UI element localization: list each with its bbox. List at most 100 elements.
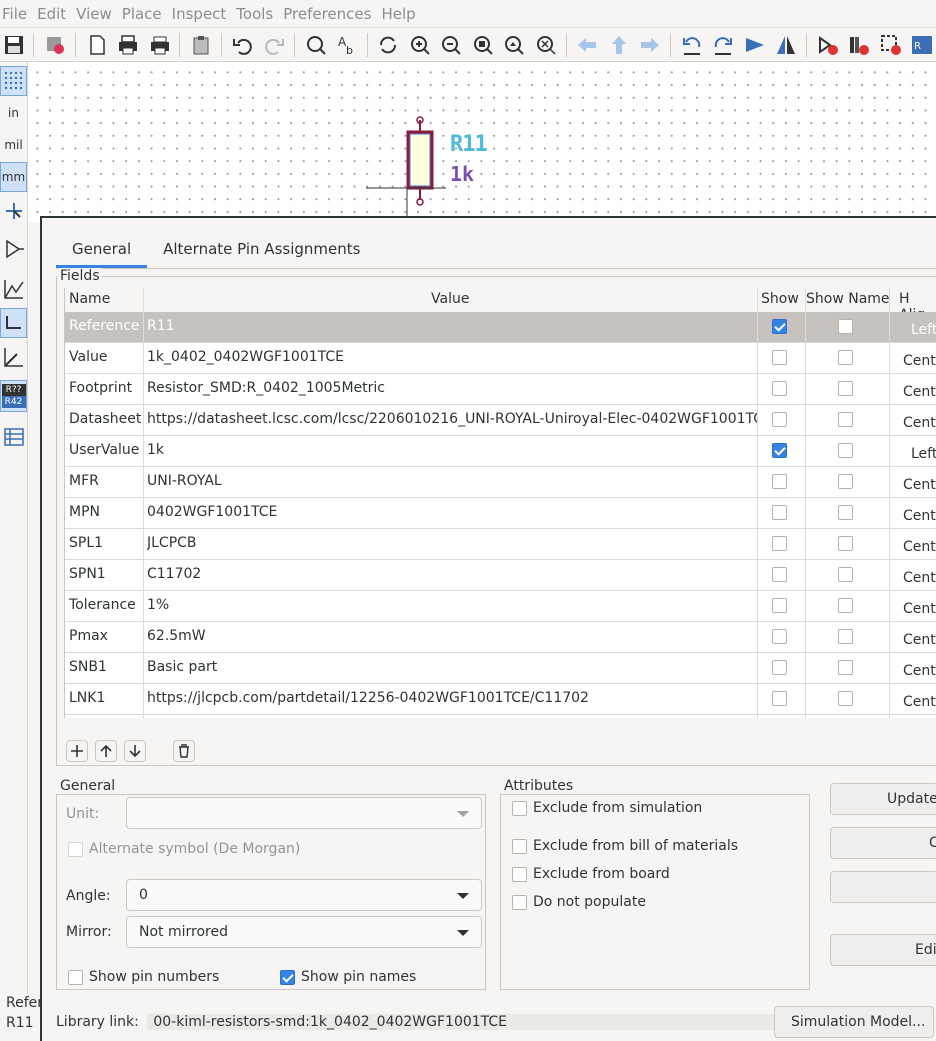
field-name-cell[interactable]: Value [69,349,107,365]
field-name-cell[interactable]: Pmax [69,628,108,644]
field-h-align-cell[interactable]: Cente [903,539,936,555]
library-link-value[interactable]: 00-kiml-resistors-smd:1k_0402_0402WGF100… [147,1014,778,1030]
col-show-name-header[interactable]: Show Name [806,291,890,307]
field-value-cell[interactable]: 1% [147,597,757,613]
grid-toggle-icon[interactable] [0,66,27,96]
change-symbol-button[interactable]: C [830,827,936,859]
field-value-cell[interactable]: Basic part [147,659,757,675]
field-show-name-checkbox[interactable] [838,474,853,489]
zoom-fit-icon[interactable] [469,31,496,59]
field-h-align-cell[interactable]: Cente [903,508,936,524]
unit-select[interactable] [126,797,482,829]
field-show-checkbox[interactable] [772,691,787,706]
field-show-name-checkbox[interactable] [838,443,853,458]
navigate-up-icon[interactable] [605,31,632,59]
field-show-checkbox[interactable] [772,443,787,458]
field-value-cell[interactable]: 62.5mW [147,628,757,644]
field-value-cell[interactable]: 1k_0402_0402WGF1001TCE [147,349,757,365]
field-name-cell[interactable]: Datasheet [69,411,141,427]
field-name-cell[interactable]: UserValue [69,442,139,458]
field-h-align-cell[interactable]: Cente [903,477,936,493]
field-value-cell[interactable]: R11 [147,318,757,334]
field-name-cell[interactable]: Footprint [69,380,132,396]
navigate-back-icon[interactable] [574,31,601,59]
field-name-cell[interactable]: SNB1 [69,659,107,675]
field-show-checkbox[interactable] [772,412,787,427]
field-show-name-checkbox[interactable] [838,350,853,365]
angle-select[interactable]: 0 [126,879,482,911]
page-settings-icon[interactable] [83,31,110,59]
move-up-button[interactable] [95,740,117,762]
field-show-checkbox[interactable] [772,660,787,675]
field-value-cell[interactable]: C11702 [147,566,757,582]
schematic-setup-icon[interactable] [41,31,68,59]
delete-field-button[interactable] [173,740,195,762]
annotate-icon[interactable]: R [908,31,935,59]
menu-file[interactable]: File [2,5,37,23]
field-value-cell[interactable]: JLCPCB [147,535,757,551]
hierarchy-navigator-icon[interactable] [0,422,27,452]
wire-mode-90-icon[interactable] [0,308,27,338]
field-value-cell[interactable]: UNI-ROYAL [147,473,757,489]
refresh-icon[interactable] [375,31,402,59]
field-name-cell[interactable]: MPN [69,504,100,520]
field-show-checkbox[interactable] [772,381,787,396]
field-show-name-checkbox[interactable] [838,536,853,551]
field-show-checkbox[interactable] [772,474,787,489]
field-show-checkbox[interactable] [772,567,787,582]
annotate-highlight-icon[interactable]: R?? R42 [0,380,27,412]
navigate-forward-icon[interactable] [637,31,664,59]
tab-general[interactable]: General [56,232,148,268]
field-h-align-cell[interactable]: Left [911,446,936,462]
field-show-checkbox[interactable] [772,598,787,613]
menu-tools[interactable]: Tools [236,5,283,23]
field-h-align-cell[interactable]: Left [911,322,936,338]
zoom-selection-icon[interactable] [532,31,559,59]
field-show-name-checkbox[interactable] [838,381,853,396]
footprint-assign-icon[interactable] [877,31,904,59]
field-show-name-checkbox[interactable] [838,660,853,675]
print-icon[interactable] [114,31,141,59]
zoom-out-icon[interactable] [438,31,465,59]
undo-icon[interactable] [229,31,256,59]
field-show-name-checkbox[interactable] [838,691,853,706]
find-replace-icon[interactable]: Ab [333,31,360,59]
find-icon[interactable] [302,31,329,59]
col-value-header[interactable]: Value [431,291,469,307]
show-pin-names-checkbox[interactable]: Show pin names [280,969,416,985]
units-mm-button[interactable]: mm [0,162,27,192]
show-pin-numbers-checkbox[interactable]: Show pin numbers [68,969,219,985]
fields-grid[interactable]: Name Value Show Show Name H Alig Referen… [64,288,936,718]
field-h-align-cell[interactable]: Cente [903,415,936,431]
save-icon[interactable] [0,31,27,59]
cursor-crosshair-icon[interactable] [0,196,27,226]
edit-symbol-button[interactable] [830,871,936,903]
field-h-align-cell[interactable]: Cente [903,570,936,586]
exclude-simulation-checkbox[interactable]: Exclude from simulation [512,800,702,816]
redo-icon[interactable] [260,31,287,59]
field-name-cell[interactable]: SPN1 [69,566,106,582]
mirror-select[interactable]: Not mirrored [126,916,482,948]
menu-place[interactable]: Place [122,5,172,23]
paste-icon[interactable] [187,31,214,59]
mirror-horizontal-icon[interactable] [773,31,800,59]
exclude-bom-checkbox[interactable]: Exclude from bill of materials [512,838,738,854]
field-value-cell[interactable]: Resistor_SMD:R_0402_1005Metric [147,380,757,396]
mirror-vertical-icon[interactable] [741,31,768,59]
field-h-align-cell[interactable]: Cente [903,601,936,617]
zoom-in-icon[interactable] [406,31,433,59]
field-show-name-checkbox[interactable] [838,412,853,427]
field-name-cell[interactable]: SPL1 [69,535,103,551]
field-show-name-checkbox[interactable] [838,567,853,582]
field-show-checkbox[interactable] [772,536,787,551]
schematic-canvas[interactable]: R11 1k [28,62,936,222]
zoom-objects-icon[interactable] [501,31,528,59]
do-not-populate-checkbox[interactable]: Do not populate [512,894,646,910]
field-h-align-cell[interactable]: Cente [903,663,936,679]
menu-view[interactable]: View [76,5,122,23]
show-hidden-pins-icon[interactable] [0,234,27,264]
units-inches-button[interactable]: in [0,98,27,128]
field-show-name-checkbox[interactable] [838,598,853,613]
units-mils-button[interactable]: mil [0,130,27,160]
edit-library-symbol-button[interactable]: Edi [830,934,936,966]
